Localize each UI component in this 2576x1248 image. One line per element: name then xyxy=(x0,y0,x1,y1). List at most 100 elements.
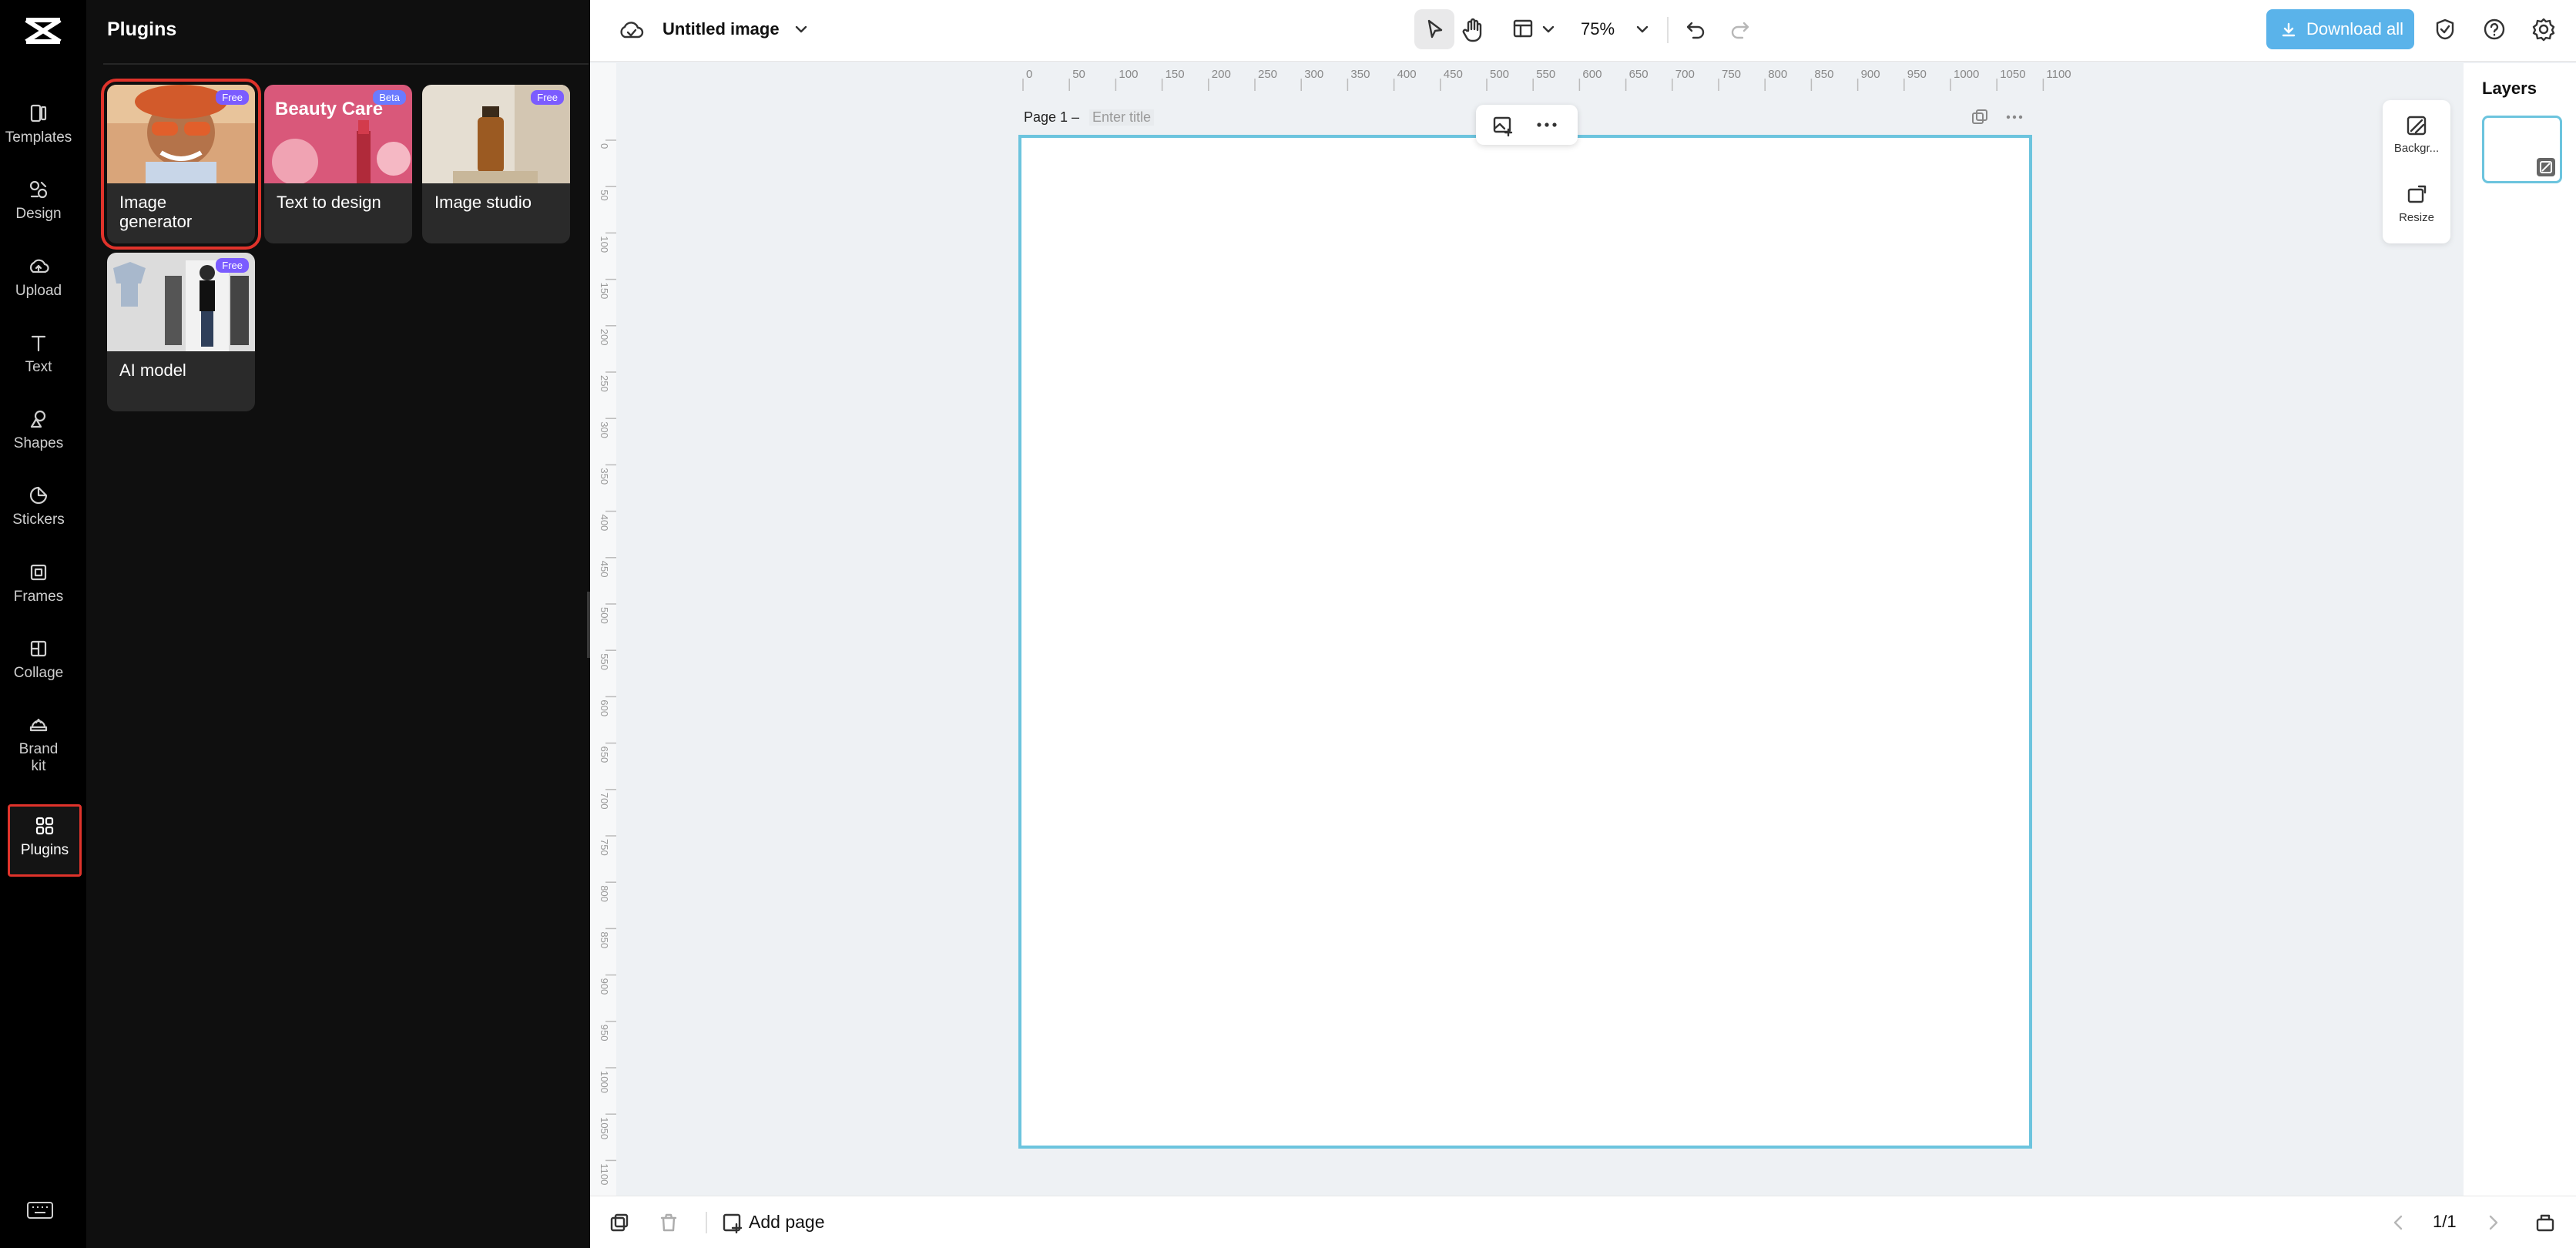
undo-icon[interactable] xyxy=(1684,17,1707,40)
ruler-tick-label: 50 xyxy=(599,190,610,200)
ruler-tick-label: 550 xyxy=(1536,68,1555,81)
layers-toggle-icon[interactable] xyxy=(2534,1212,2556,1233)
background-tool[interactable]: Backgr... xyxy=(2383,114,2450,155)
layers-panel: Layers xyxy=(2464,63,2576,1196)
sidebar-item-label: Collage xyxy=(13,665,64,681)
sidebar-item-plugins[interactable]: Plugins xyxy=(8,804,82,877)
ruler-tick-label: 350 xyxy=(599,468,610,485)
plugin-card-text-to-design[interactable]: Beauty Care Beta Text to design xyxy=(264,85,412,243)
sidebar-item-label: Plugins xyxy=(20,842,69,858)
ruler-tick-label: 100 xyxy=(599,236,610,253)
ruler-tick-label: 1050 xyxy=(2000,68,2025,81)
ruler-tick-label: 950 xyxy=(1907,68,1927,81)
more-options-icon[interactable] xyxy=(1535,116,1559,134)
shield-check-icon[interactable] xyxy=(2433,17,2457,42)
sidebar-item-stickers[interactable]: Stickers xyxy=(0,476,77,545)
ruler-tick-label: 950 xyxy=(599,1025,610,1042)
left-ruler: 0 50 100 150 200 250 300 350 400 450 500 550 600 650 7… xyxy=(590,63,616,1196)
download-all-button[interactable]: Download all xyxy=(2266,9,2414,49)
ruler-tick-label: 600 xyxy=(1582,68,1602,81)
cloud-save-icon[interactable] xyxy=(618,18,644,42)
stickers-icon xyxy=(29,486,48,505)
ruler-tick-label: 550 xyxy=(599,653,610,670)
document-title[interactable]: Untitled image xyxy=(662,19,780,39)
duplicate-icon[interactable] xyxy=(609,1212,630,1233)
sidebar-item-brand-kit[interactable]: Brand kit xyxy=(0,706,77,790)
ruler-tick-label: 250 xyxy=(599,375,610,392)
ruler-tick-label: 50 xyxy=(1072,68,1085,81)
resize-icon xyxy=(2407,185,2427,203)
plugin-card-label: Image studio xyxy=(434,193,532,212)
ruler-tick-label: 900 xyxy=(599,978,610,995)
chevron-down-icon[interactable] xyxy=(1635,22,1650,37)
ruler-tick-label: 450 xyxy=(599,561,610,578)
plugin-card-image-studio[interactable]: Free Image studio xyxy=(422,85,570,243)
plugin-card-image-generator[interactable]: Free Image generator xyxy=(101,79,261,250)
page-title-input[interactable]: Enter title xyxy=(1089,109,1155,126)
sidebar-item-label: Upload xyxy=(15,283,62,299)
free-badge: Free xyxy=(531,90,564,105)
capcut-logo-icon[interactable] xyxy=(22,14,65,48)
ruler-tick-label: 800 xyxy=(1768,68,1787,81)
ruler-tick-label: 700 xyxy=(1675,68,1695,81)
ruler-tick-label: 500 xyxy=(599,607,610,624)
ruler-tick-label: 900 xyxy=(1861,68,1880,81)
ruler-tick-label: 400 xyxy=(1397,68,1417,81)
ruler-tick-label: 350 xyxy=(1350,68,1370,81)
resize-tool[interactable]: Resize xyxy=(2383,183,2450,224)
plugin-card-label: Text to design xyxy=(277,193,381,212)
ruler-tick-label: 450 xyxy=(1444,68,1463,81)
sidebar-item-design[interactable]: Design xyxy=(0,170,77,240)
panel-title: Plugins xyxy=(107,18,177,40)
app-root: Templates Design Upload Text Shapes Stic… xyxy=(0,0,2576,1248)
sidebar-item-shapes[interactable]: Shapes xyxy=(0,400,77,469)
plugin-card-ai-model[interactable]: Free AI model xyxy=(107,253,255,411)
ruler-tick-label: 1100 xyxy=(599,1163,610,1185)
ruler-tick-label: 100 xyxy=(1119,68,1138,81)
templates-icon xyxy=(30,104,47,122)
ruler-tick-label: 0 xyxy=(599,143,610,149)
ruler-tick-label: 200 xyxy=(1212,68,1231,81)
background-layer-icon xyxy=(2537,158,2555,176)
ruler-tick-label: 300 xyxy=(599,421,610,438)
layout-icon[interactable] xyxy=(1511,17,1535,40)
help-icon[interactable] xyxy=(2482,17,2507,42)
add-page-icon xyxy=(723,1213,743,1233)
beauty-care-thumbnail-text: Beauty Care xyxy=(275,99,384,119)
chevron-down-icon[interactable] xyxy=(793,22,809,37)
sidebar-item-upload[interactable]: Upload xyxy=(0,247,77,317)
delete-icon[interactable] xyxy=(658,1212,679,1233)
toolbar-divider xyxy=(1667,17,1669,43)
chevron-right-icon[interactable] xyxy=(2485,1213,2502,1232)
ruler-tick-label: 650 xyxy=(599,746,610,763)
redo-icon[interactable] xyxy=(1729,17,1752,40)
ruler-tick-label: 650 xyxy=(1629,68,1649,81)
select-tool-button[interactable] xyxy=(1414,9,1454,49)
sidebar-item-label: Shapes xyxy=(13,435,64,451)
canvas-page[interactable] xyxy=(1018,135,2032,1149)
shapes-icon xyxy=(30,410,46,428)
chevron-down-icon[interactable] xyxy=(1541,22,1556,37)
sidebar-item-frames[interactable]: Frames xyxy=(0,553,77,622)
design-icon xyxy=(29,180,48,199)
ruler-tick-label: 750 xyxy=(1722,68,1741,81)
resize-label: Resize xyxy=(2399,211,2434,224)
page-more-icon[interactable] xyxy=(2004,108,2024,126)
zoom-level[interactable]: 75% xyxy=(1581,19,1615,39)
page-floating-toolbar xyxy=(1476,105,1578,145)
text-icon xyxy=(31,335,46,352)
add-image-icon[interactable] xyxy=(1491,114,1514,137)
ruler-tick-label: 1100 xyxy=(2046,68,2071,81)
duplicate-page-icon[interactable] xyxy=(1971,108,1989,126)
layer-thumbnail[interactable] xyxy=(2482,116,2562,183)
hand-tool-icon[interactable] xyxy=(1461,17,1485,43)
sidebar-item-label: Stickers xyxy=(12,512,65,528)
sidebar-item-templates[interactable]: Templates xyxy=(0,94,77,163)
sidebar-item-text[interactable]: Text xyxy=(0,324,77,393)
keyboard-shortcuts-icon[interactable] xyxy=(26,1200,54,1220)
settings-gear-icon[interactable] xyxy=(2531,17,2556,42)
chevron-left-icon[interactable] xyxy=(2390,1213,2407,1232)
sidebar-item-collage[interactable]: Collage xyxy=(0,629,77,699)
brand-kit-icon xyxy=(29,718,48,732)
background-icon xyxy=(2407,116,2427,136)
